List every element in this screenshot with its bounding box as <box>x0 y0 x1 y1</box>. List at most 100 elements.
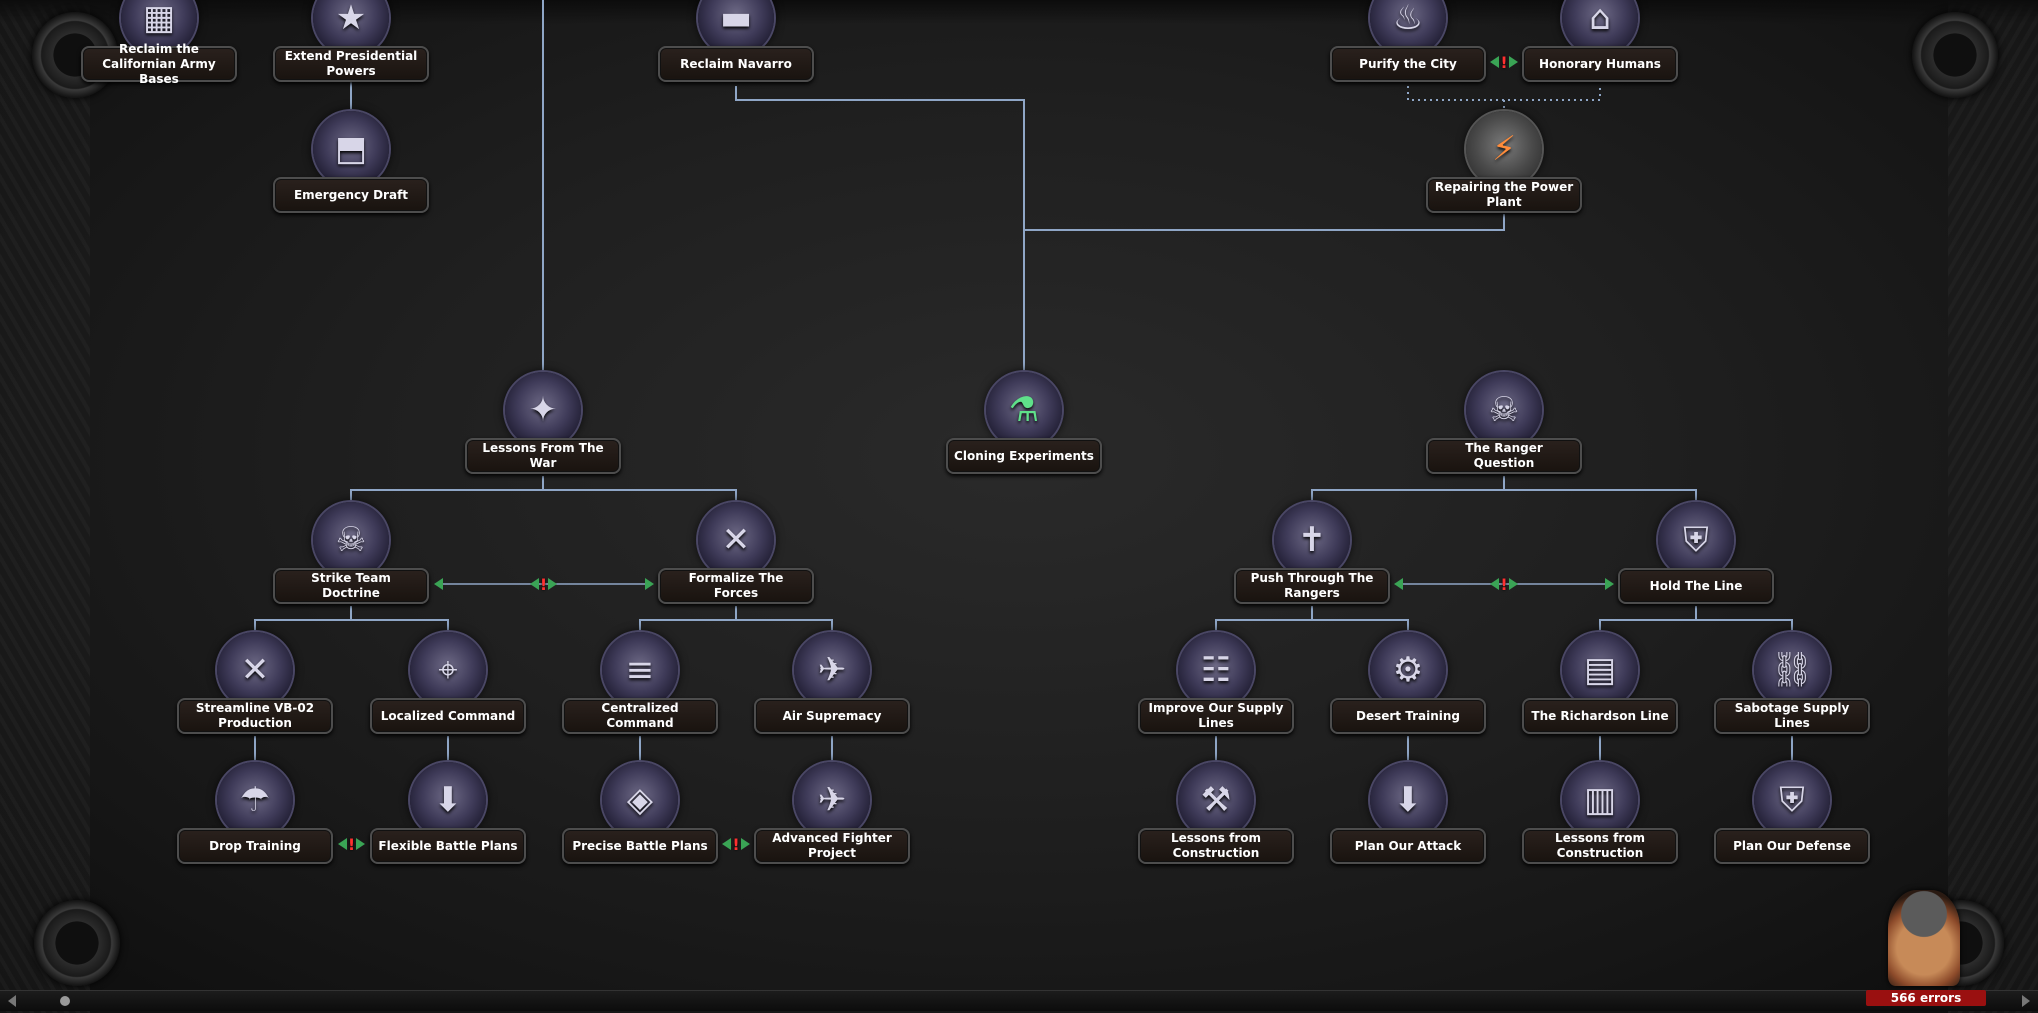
tank-icon-glyph: ▬ <box>719 0 753 38</box>
focus-label[interactable]: Air Supremacy <box>754 698 910 734</box>
focus-label[interactable]: Lessons from Construction <box>1522 828 1678 864</box>
connector-line <box>1024 214 1505 231</box>
focus-label[interactable]: Lessons from Construction <box>1138 828 1294 864</box>
connector-line <box>543 489 737 502</box>
draft-rank-icon[interactable]: ⬒ <box>313 111 389 187</box>
focus-label[interactable]: Centralized Command <box>562 698 718 734</box>
mutual-exclusion-marker[interactable]: ! <box>334 835 370 854</box>
compass-map-icon[interactable]: ◈ <box>602 762 678 838</box>
focus-label[interactable]: Cloning Experiments <box>946 438 1102 474</box>
crate-icon-glyph: ▦ <box>142 0 176 38</box>
focus-label[interactable]: Precise Battle Plans <box>562 828 718 864</box>
radio-tower-icon-glyph: ⌖ <box>438 650 458 690</box>
connector-line <box>1504 489 1697 502</box>
exclusion-arrow-left-icon <box>1490 56 1500 68</box>
connector-line <box>639 606 737 632</box>
command-rank-icon[interactable]: ≡ <box>602 632 678 708</box>
focus-tree-canvas[interactable]: ▦ Reclaim the Californian Army Bases ★ Exte… <box>0 0 2038 1013</box>
scrollbar-thumb[interactable] <box>60 996 70 1006</box>
sword-cross-icon-glyph: ✝ <box>1297 520 1327 560</box>
connector-line <box>1599 606 1697 632</box>
connector-line <box>1311 476 1505 502</box>
skull-wings-icon[interactable]: ☠ <box>313 502 389 578</box>
rocket-star-icon[interactable]: ✦ <box>505 372 581 448</box>
focus-label[interactable]: Plan Our Attack <box>1330 828 1486 864</box>
focus-label[interactable]: Hold The Line <box>1618 568 1774 604</box>
focus-label[interactable]: Desert Training <box>1330 698 1486 734</box>
bunker-icon-glyph: ▤ <box>1583 650 1617 690</box>
exclusion-arrow-left-icon <box>529 578 539 590</box>
crossed-guns-icon[interactable]: ✕ <box>217 632 293 708</box>
focus-label[interactable]: Emergency Draft <box>273 177 429 213</box>
command-rank-icon-glyph: ≡ <box>625 650 655 690</box>
cloning-vat-icon[interactable]: ⚗ <box>986 372 1062 448</box>
crossed-rifles-icon[interactable]: ✕ <box>698 502 774 578</box>
radio-tower-icon[interactable]: ⌖ <box>410 632 486 708</box>
city-fire-icon-glyph: ♨ <box>1392 0 1424 38</box>
focus-label[interactable]: Purify the City <box>1330 46 1486 82</box>
connector-line <box>1312 619 1409 632</box>
construction-tools-icon[interactable]: ⚒ <box>1178 762 1254 838</box>
compass-map-icon-glyph: ◈ <box>626 780 654 820</box>
error-indicator[interactable]: 566 errors <box>1866 890 1986 1008</box>
focus-label[interactable]: Extend Presidential Powers <box>273 46 429 82</box>
mutual-exclusion-marker[interactable]: ! <box>1486 52 1522 72</box>
connector-line <box>1407 86 1601 101</box>
connector-line <box>350 476 544 502</box>
attack-map-icon-glyph: ⬇ <box>1393 780 1423 820</box>
broken-chain-icon[interactable]: ⛓ <box>1754 632 1830 708</box>
shield-icon-glyph: ⛨ <box>1683 520 1709 560</box>
focus-label[interactable]: Strike Team Doctrine <box>273 568 429 604</box>
focus-label[interactable]: Streamline VB-02 Production <box>177 698 333 734</box>
focus-label[interactable]: Reclaim Navarro <box>658 46 814 82</box>
bunker-icon[interactable]: ▤ <box>1562 632 1638 708</box>
focus-label[interactable]: Flexible Battle Plans <box>370 828 526 864</box>
supply-ladder-icon[interactable]: ☷ <box>1178 632 1254 708</box>
connector-line <box>351 619 449 632</box>
ranger-helmet-icon-glyph: ☠ <box>1488 390 1520 430</box>
focus-label[interactable]: Localized Command <box>370 698 526 734</box>
focus-label[interactable]: Advanced Fighter Project <box>754 828 910 864</box>
focus-label[interactable]: Drop Training <box>177 828 333 864</box>
map-arrow-icon[interactable]: ⬇ <box>410 762 486 838</box>
exclusion-mark: ! <box>1500 52 1508 72</box>
desert-gear-icon[interactable]: ⚙ <box>1370 632 1446 708</box>
shield-icon[interactable]: ⛨ <box>1658 502 1734 578</box>
focus-label[interactable]: Honorary Humans <box>1522 46 1678 82</box>
construction-blueprint-icon-glyph: ▥ <box>1583 780 1617 820</box>
focus-label[interactable]: Plan Our Defense <box>1714 828 1870 864</box>
exclusion-arrow-left <box>1394 578 1403 590</box>
focus-label[interactable]: Push Through The Rangers <box>1234 568 1390 604</box>
mutual-exclusion-marker[interactable]: ! <box>1486 575 1522 594</box>
construction-blueprint-icon[interactable]: ▥ <box>1562 762 1638 838</box>
attack-map-icon[interactable]: ⬇ <box>1370 762 1446 838</box>
crossed-rifles-icon-glyph: ✕ <box>721 520 751 560</box>
scroll-left-arrow-icon[interactable] <box>8 995 16 1007</box>
horizontal-scrollbar[interactable] <box>0 990 2038 1011</box>
connector-line <box>735 86 1025 372</box>
mutual-exclusion-marker[interactable]: ! <box>526 575 562 594</box>
focus-label[interactable]: Lessons From The War <box>465 438 621 474</box>
scroll-right-arrow-icon[interactable] <box>2022 995 2030 1007</box>
lightning-icon-glyph: ⚡ <box>1492 129 1516 169</box>
focus-label[interactable]: Formalize The Forces <box>658 568 814 604</box>
mutual-exclusion-marker[interactable]: ! <box>718 835 754 854</box>
defense-shield-icon[interactable]: ⛨ <box>1754 762 1830 838</box>
defense-shield-icon-glyph: ⛨ <box>1779 780 1805 820</box>
sword-cross-icon[interactable]: ✝ <box>1274 502 1350 578</box>
focus-label[interactable]: Repairing the Power Plant <box>1426 177 1582 213</box>
exclusion-arrow-left <box>434 578 443 590</box>
connector-line <box>1696 619 1793 632</box>
parachute-icon[interactable]: ☂ <box>217 762 293 838</box>
fighter-jet-icon[interactable]: ✈ <box>794 762 870 838</box>
focus-label[interactable]: Improve Our Supply Lines <box>1138 698 1294 734</box>
focus-label[interactable]: Reclaim the Californian Army Bases <box>81 42 237 86</box>
focus-label[interactable]: Sabotage Supply Lines <box>1714 698 1870 734</box>
focus-label[interactable]: The Ranger Question <box>1426 438 1582 474</box>
ranger-helmet-icon[interactable]: ☠ <box>1466 372 1542 448</box>
exclusion-arrow-right-icon <box>356 838 366 850</box>
focus-label[interactable]: The Richardson Line <box>1522 698 1678 734</box>
exclusion-arrow-right-icon <box>1508 56 1518 68</box>
lightning-icon[interactable]: ⚡ <box>1466 111 1542 187</box>
aircraft-icon[interactable]: ✈ <box>794 632 870 708</box>
